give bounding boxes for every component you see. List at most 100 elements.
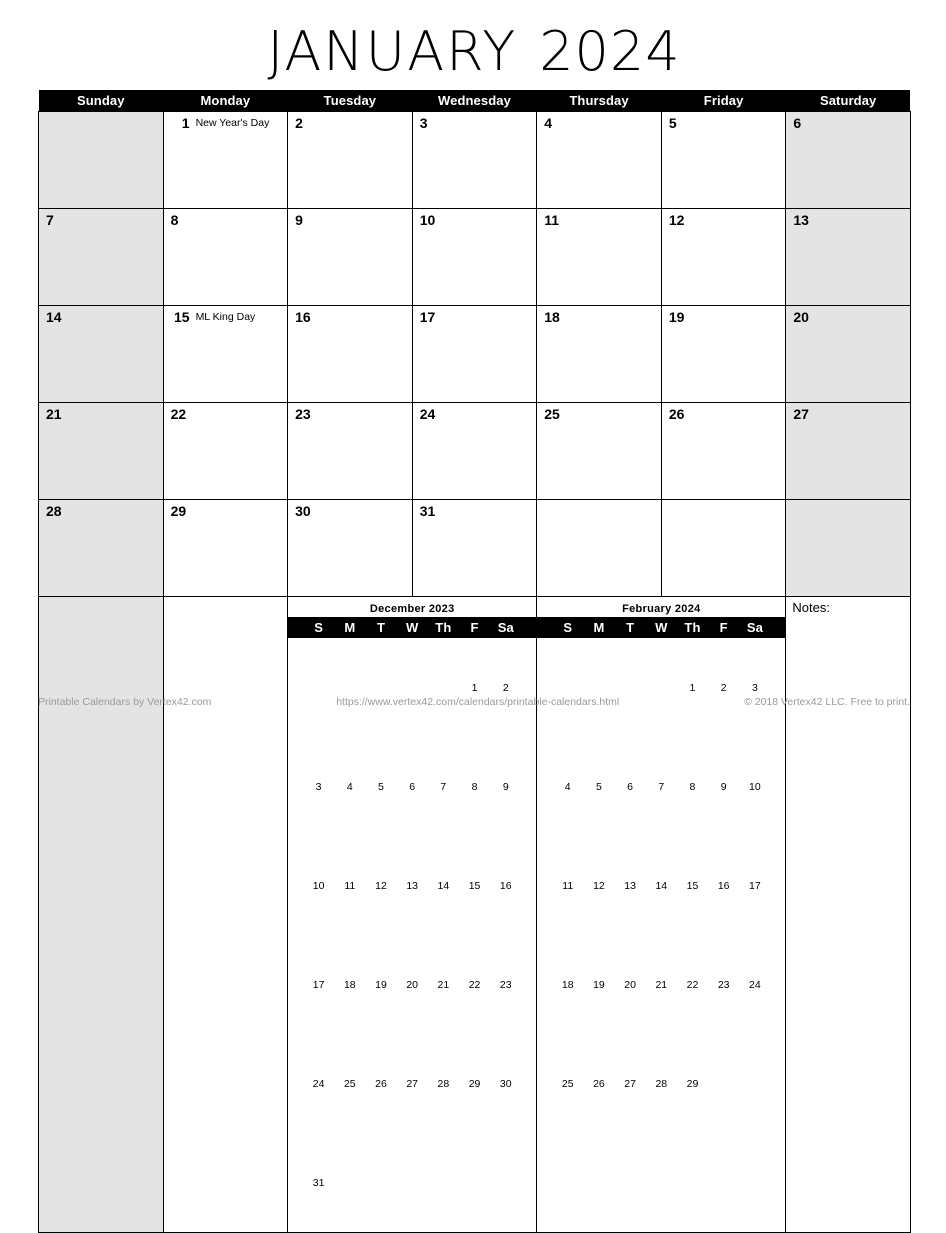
day-cell[interactable] (785, 499, 911, 597)
mini-calendar-title: February 2024 (622, 603, 701, 615)
day-cell[interactable]: 9 (287, 208, 413, 306)
day-cell[interactable]: 8 (162, 208, 289, 306)
day-cell[interactable] (38, 111, 164, 209)
day-number: 17 (419, 309, 436, 325)
day-number: 6 (793, 115, 802, 131)
mini-week-row: 4 5 6 7 8 9 10 (537, 737, 785, 836)
mini-day (428, 638, 459, 737)
day-cell[interactable]: 19 (660, 305, 787, 403)
day-number: 1 (181, 115, 190, 131)
mini-day (397, 638, 428, 737)
mini-week-row: 31 (288, 1133, 536, 1232)
mini-day: 13 (624, 879, 636, 892)
weekday-header-saturday: Saturday (785, 90, 911, 112)
mini-day (646, 1133, 677, 1232)
calendar-week-row: 1 New Year's Day 2 3 4 5 6 (38, 111, 911, 209)
day-cell[interactable]: 15 ML King Day (162, 305, 289, 403)
day-number: 5 (668, 115, 677, 131)
day-cell[interactable]: 4 (536, 111, 662, 209)
day-cell[interactable]: 24 (411, 402, 538, 500)
mini-pad-right (521, 617, 537, 638)
day-cell[interactable]: 7 (38, 208, 164, 306)
footer-url[interactable]: https://www.vertex42.com/calendars/print… (211, 696, 744, 708)
calendar-week-row: 14 15 ML King Day 16 17 18 19 20 (38, 305, 911, 403)
day-cell[interactable]: 1 New Year's Day (162, 111, 289, 209)
calendar-body: 1 New Year's Day 2 3 4 5 6 7 8 9 10 11 12… (38, 111, 911, 1233)
day-cell[interactable]: 10 (411, 208, 538, 306)
day-number: 29 (170, 503, 187, 519)
mini-pad (521, 638, 536, 737)
day-cell[interactable]: 25 (536, 402, 662, 500)
mini-day: 14 (437, 879, 450, 892)
mini-week-row: 17 18 19 20 21 22 23 (288, 935, 536, 1034)
mini-pad (288, 1034, 303, 1133)
mini-day (739, 1133, 770, 1232)
day-cell[interactable]: 13 (785, 208, 911, 306)
mini-day: 31 (312, 1176, 325, 1189)
day-cell[interactable]: 17 (411, 305, 538, 403)
day-cell[interactable]: 5 (660, 111, 787, 209)
day-cell[interactable]: 6 (785, 111, 911, 209)
mini-day: 28 (437, 1077, 450, 1090)
day-cell[interactable]: 23 (287, 402, 413, 500)
title-text-group: JANUARY 2024 (267, 18, 680, 86)
footer-copyright: © 2018 Vertex42 LLC. Free to print. (744, 696, 910, 708)
mini-pad (537, 737, 552, 836)
footer-attribution: Printable Calendars by Vertex42.com (38, 696, 212, 708)
day-cell[interactable]: 28 (38, 499, 164, 597)
mini-day: 3 (315, 780, 322, 793)
weekday-header-friday: Friday (661, 90, 786, 112)
mini-pad-right (770, 617, 786, 638)
day-number: 10 (419, 212, 436, 228)
day-cell[interactable]: 3 (411, 111, 538, 209)
day-cell[interactable]: 27 (785, 402, 911, 500)
mini-week-row: 1 2 3 (537, 638, 785, 737)
mini-day: 19 (593, 978, 605, 991)
mini-day: 7 (658, 780, 665, 793)
mini-day: 3 (751, 681, 758, 694)
mini-day: 29 (468, 1077, 481, 1090)
day-number: 22 (170, 406, 187, 422)
mini-day: 22 (468, 978, 481, 991)
mini-day (708, 1034, 739, 1133)
day-cell[interactable] (536, 499, 662, 597)
day-cell[interactable]: 31 (411, 499, 538, 597)
day-cell[interactable]: 20 (785, 305, 911, 403)
mini-day: 24 (749, 978, 761, 991)
mini-pad (771, 836, 786, 935)
day-cell[interactable]: 11 (536, 208, 662, 306)
day-cell[interactable]: 14 (38, 305, 164, 403)
day-number: 31 (419, 503, 436, 519)
mini-day: 4 (346, 780, 353, 793)
day-number: 27 (793, 406, 809, 422)
mini-day (708, 1133, 739, 1232)
day-cell[interactable]: 26 (660, 402, 787, 500)
day-number: 13 (793, 212, 809, 228)
mini-day: 18 (561, 978, 574, 991)
day-cell[interactable] (660, 499, 787, 597)
day-cell[interactable]: 21 (38, 402, 164, 500)
mini-day (739, 1034, 770, 1133)
day-number: 15 (173, 309, 190, 325)
day-cell[interactable]: 12 (660, 208, 787, 306)
mini-weekday-header: S (552, 617, 584, 638)
day-cell[interactable]: 18 (536, 305, 662, 403)
mini-day: 10 (749, 780, 761, 793)
day-number: 23 (295, 406, 311, 422)
mini-week-row: 25 26 27 28 29 (537, 1034, 785, 1133)
day-cell[interactable]: 16 (287, 305, 413, 403)
mini-day: 27 (624, 1077, 636, 1090)
mini-week-row: 18 19 20 21 22 23 24 (537, 935, 785, 1034)
day-cell[interactable]: 2 (287, 111, 413, 209)
mini-day: 20 (624, 978, 636, 991)
mini-day: 4 (564, 780, 571, 793)
day-cell[interactable]: 30 (287, 499, 413, 597)
day-cell[interactable]: 29 (162, 499, 289, 597)
mini-pad (771, 638, 786, 737)
day-cell[interactable]: 22 (162, 402, 289, 500)
mini-day (334, 638, 365, 737)
mini-weekday-header: T (614, 617, 646, 638)
mini-day: 14 (655, 879, 668, 892)
mini-day (459, 1133, 490, 1232)
mini-day (646, 638, 677, 737)
